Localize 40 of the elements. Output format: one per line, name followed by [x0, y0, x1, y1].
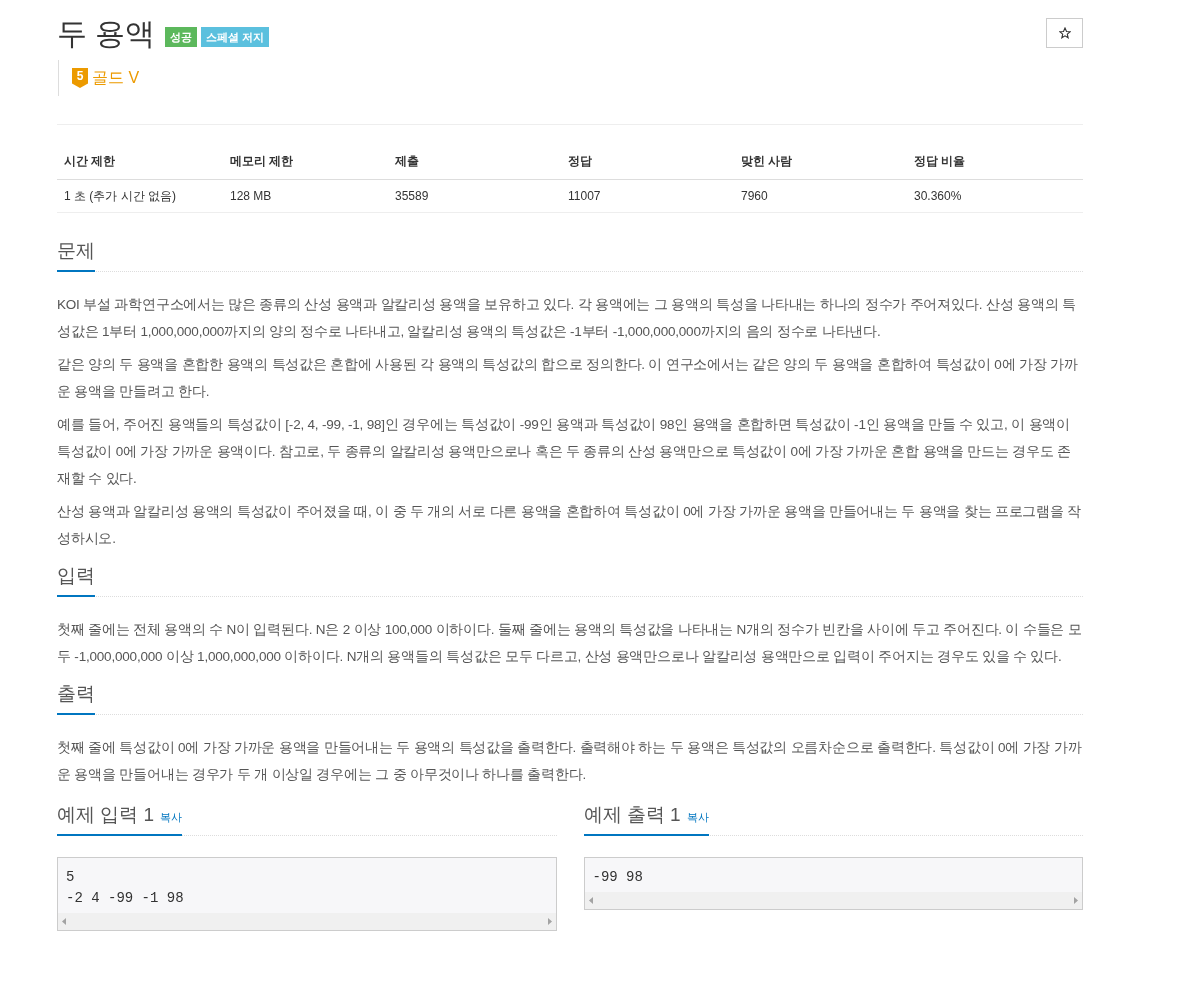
section-heading: 예제 출력 1 — [583, 803, 681, 827]
code-line: -99 98 — [592, 868, 644, 887]
scroll-right-icon[interactable] — [547, 918, 552, 925]
copy-link[interactable]: 복사 — [686, 809, 709, 826]
problem-title: 두 용액 — [57, 16, 156, 52]
column-header: 맞힌 사람 — [734, 143, 907, 180]
column-header: 제출 — [388, 143, 561, 180]
paragraph: 같은 양의 두 용액을 혼합한 용액의 특성값은 혼합에 사용된 각 용액의 특성값의 합으로 정의한다. 이 연구소에서는 같은 양의 두 용액을 혼합하여 특성값이 0에 가장 가까운 용액을 만들려고 한다. — [57, 356, 1079, 401]
table-cell: 7960 — [734, 179, 907, 213]
paragraph: 첫째 줄에 특성값이 0에 가장 가까운 용액을 만들어내는 두 용액의 특성값을 출력한다. 출력해야 하는 두 용액은 특성값의 오름차순으로 출력한다. 특성값이 0에 가장 가까운 용액을 만들어내는 경우가 두 개 이상일 경우에는 그 중 아무것이나 하나를 출력한다. — [57, 739, 1083, 784]
scroll-left-icon[interactable] — [588, 897, 593, 904]
copy-link[interactable]: 복사 — [160, 809, 183, 826]
column-header: 메모리 제한 — [223, 143, 388, 180]
section-heading: 문제 — [57, 239, 95, 263]
section-heading: 입력 — [57, 564, 95, 588]
scroll-right-icon[interactable] — [1074, 897, 1078, 904]
paragraph: 예를 들어, 주어진 용액들의 특성값이 [-2, 4, -99, -1, 98]인 경우에는 특성값이 -99인 용액과 특성값이 98인 용액을 혼합하면 특성값이 -1인 용액을 만들 수 있고, 이 용액이 특성값이 0에 가장 가까운 용액이다. 참고로, 두 종류의 알칼리성 용액만으로나 혹은 두 종류의 산성 용액만으로 특성값이 0에 가장 가까운 혼합 용액을 만드는 경우도 존재할 수 있다. — [57, 416, 1073, 488]
table-cell: 128 MB — [223, 179, 388, 213]
result-label: 스페셜 저지 — [201, 27, 270, 47]
scroll-left-icon[interactable] — [62, 918, 66, 925]
code-line: -2 4 -99 -1 98 — [66, 889, 185, 908]
paragraph: 첫째 줄에는 전체 용액의 수 N이 입력된다. N은 2 이상 100,000 이하이다. 둘째 줄에는 용액의 특성값을 나타내는 N개의 정수가 빈칸을 사이에 두고 주어진다. 이 수들은 모두 -1,000,000,000 이상 1,000,000,000 이하이다. N개의 용액들의 특성값은 모두 다르고, 산성 용액만으로나 알칼리성 용액만으로 입력이 주어지는 경우도 있을 수 있다. — [57, 621, 1083, 666]
column-header: 정답 비율 — [907, 143, 1083, 180]
table-cell: 35589 — [388, 179, 561, 213]
star-icon — [1058, 27, 1071, 39]
code-line: 5 — [66, 868, 76, 887]
result-label: 성공 — [165, 27, 198, 47]
table-cell: 30.360% — [907, 179, 1083, 213]
column-header: 정답 — [561, 143, 734, 180]
column-header: 시간 제한 — [57, 143, 223, 180]
paragraph: 산성 용액과 알칼리성 용액의 특성값이 주어졌을 때, 이 중 두 개의 서로 다른 용액을 혼합하여 특성값이 0에 가장 가까운 용액을 만들어내는 두 용액을 찾는 프로그램을 작성하시오. — [57, 503, 1083, 548]
favorite-button[interactable] — [1046, 18, 1083, 48]
tier-badge: 5 — [72, 68, 88, 88]
section-heading: 출력 — [57, 682, 95, 706]
table-cell: 11007 — [561, 179, 734, 213]
paragraph: KOI 부설 과학연구소에서는 많은 종류의 산성 용액과 알칼리성 용액을 보유하고 있다. 각 용액에는 그 용액의 특성을 나타내는 하나의 정수가 주어져있다. 산성 용액의 특성값은 1부터 1,000,000,000까지의 양의 정수로 나타내고, 알칼리성 용액의 특성값은 -1부터 -1,000,000,000까지의 음의 정수로 나타낸다. — [57, 296, 1077, 341]
scrollbar[interactable] — [584, 892, 1082, 909]
scrollbar[interactable] — [58, 913, 556, 930]
section-heading: 예제 입력 1 — [57, 803, 155, 827]
table-cell: 1 초 (추가 시간 없음) — [57, 179, 223, 213]
